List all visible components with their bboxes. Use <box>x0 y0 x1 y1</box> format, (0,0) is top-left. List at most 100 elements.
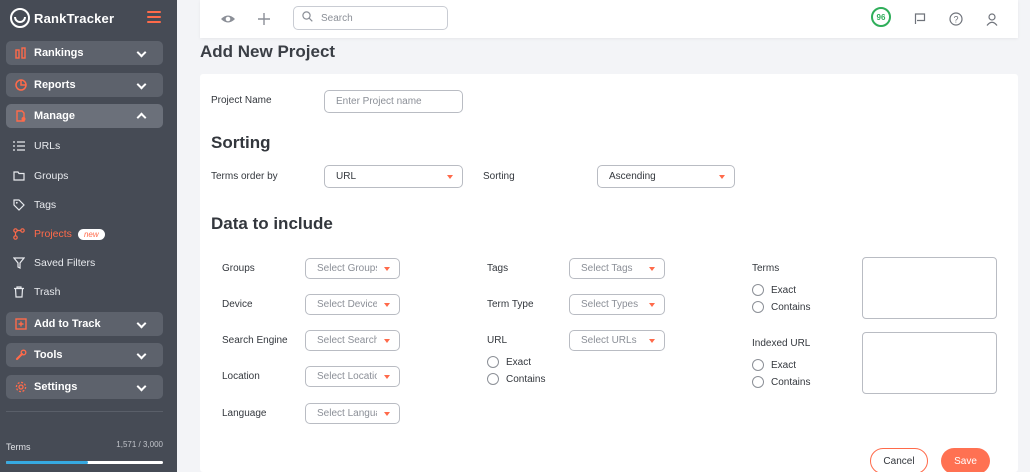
url-exact-label: Exact <box>506 356 532 368</box>
radio-button[interactable] <box>752 359 764 371</box>
nav-tools-label: Tools <box>34 349 63 361</box>
folder-icon <box>12 170 25 183</box>
search-box[interactable] <box>293 6 448 30</box>
sorting-select[interactable]: Ascending <box>597 165 735 188</box>
caret-down-icon <box>649 267 655 271</box>
caret-down-icon <box>384 339 390 343</box>
groups-select[interactable]: Select Groups <box>305 258 400 279</box>
svg-text:?: ? <box>953 15 958 25</box>
sidebar-item-groups[interactable]: Groups <box>12 167 162 185</box>
url-contains-option[interactable]: Contains <box>487 373 545 385</box>
indexed-contains-label: Contains <box>771 376 811 388</box>
nav-tools[interactable]: Tools <box>6 343 163 367</box>
chevron-down-icon <box>136 381 147 392</box>
device-select-text: Select Devices <box>317 299 377 310</box>
project-name-label: Project Name <box>211 95 272 106</box>
list-icon <box>12 140 25 153</box>
sidebar-item-projects[interactable]: Projects new <box>12 225 162 243</box>
search-engine-select-text: Select Search E <box>317 335 377 346</box>
sidebar-item-label: Tags <box>34 199 57 211</box>
sidebar-item-label: Trash <box>34 286 61 298</box>
indexed-exact-label: Exact <box>771 359 797 371</box>
caret-down-icon <box>719 175 725 179</box>
chevron-down-icon <box>136 79 147 90</box>
hamburger-menu-icon[interactable] <box>147 11 161 23</box>
url-exact-option[interactable]: Exact <box>487 356 531 368</box>
indexed-contains-option[interactable]: Contains <box>752 376 810 388</box>
location-select-text: Select Location <box>317 371 377 382</box>
help-icon[interactable]: ? <box>947 10 965 28</box>
groups-label: Groups <box>222 263 255 274</box>
sidebar-item-label: Groups <box>34 170 69 182</box>
terms-contains-option[interactable]: Contains <box>752 301 810 313</box>
term-type-select[interactable]: Select Types <box>569 294 665 315</box>
pie-chart-icon <box>14 79 27 92</box>
nav-manage-label: Manage <box>34 110 75 122</box>
logo[interactable]: RankTracker <box>10 8 114 28</box>
terms-usage-label: Terms <box>6 442 31 452</box>
bar-chart-icon <box>14 47 27 60</box>
score-badge[interactable]: 96 <box>871 7 891 27</box>
caret-down-icon <box>384 267 390 271</box>
plus-icon[interactable] <box>255 10 273 28</box>
caret-down-icon <box>384 375 390 379</box>
eye-icon[interactable] <box>219 10 237 28</box>
nav-settings[interactable]: Settings <box>6 375 163 399</box>
save-button[interactable]: Save <box>941 448 990 472</box>
nav-reports-label: Reports <box>34 79 76 91</box>
sidebar-item-urls[interactable]: URLs <box>12 137 162 155</box>
terms-order-select[interactable]: URL <box>324 165 463 188</box>
radio-button[interactable] <box>487 356 499 368</box>
sidebar-item-saved-filters[interactable]: Saved Filters <box>12 254 162 272</box>
tag-icon <box>12 199 25 212</box>
user-icon[interactable] <box>983 10 1001 28</box>
sorting-value: Ascending <box>609 171 656 182</box>
radio-button[interactable] <box>752 376 764 388</box>
search-engine-select[interactable]: Select Search E <box>305 330 400 351</box>
terms-exact-option[interactable]: Exact <box>752 284 796 296</box>
add-project-form: Project Name Sorting Terms order by URL … <box>200 74 1018 472</box>
flag-icon[interactable] <box>911 10 929 28</box>
tags-label: Tags <box>487 263 509 274</box>
device-select[interactable]: Select Devices <box>305 294 400 315</box>
radio-button[interactable] <box>752 284 764 296</box>
chevron-up-icon <box>136 112 147 123</box>
sidebar-item-label: Saved Filters <box>34 257 96 269</box>
terms-exact-label: Exact <box>771 284 797 296</box>
project-name-input[interactable] <box>324 90 463 113</box>
terms-usage-fill <box>6 461 88 464</box>
tags-select[interactable]: Select Tags <box>569 258 665 279</box>
cancel-button[interactable]: Cancel <box>870 448 928 472</box>
location-label: Location <box>222 371 260 382</box>
search-icon <box>302 9 313 27</box>
sidebar: RankTracker Rankings Reports Manage URLs… <box>0 0 177 472</box>
chevron-down-icon <box>136 318 147 329</box>
location-select[interactable]: Select Location <box>305 366 400 387</box>
url-contains-label: Contains <box>506 373 546 385</box>
sidebar-divider <box>6 411 163 412</box>
indexed-url-textarea[interactable] <box>862 332 997 394</box>
sorting-section-title: Sorting <box>211 133 271 152</box>
groups-select-text: Select Groups <box>317 263 377 274</box>
indexed-url-label: Indexed URL <box>752 338 811 349</box>
url-select[interactable]: Select URLs <box>569 330 665 351</box>
nav-add-to-track[interactable]: Add to Track <box>6 312 163 336</box>
gear-icon <box>14 381 27 394</box>
trash-icon <box>12 286 25 299</box>
nav-rankings[interactable]: Rankings <box>6 41 163 65</box>
search-input[interactable] <box>321 12 431 24</box>
sidebar-item-tags[interactable]: Tags <box>12 196 162 214</box>
terms-usage-bar <box>6 461 163 464</box>
terms-textarea[interactable] <box>862 257 997 319</box>
indexed-exact-option[interactable]: Exact <box>752 359 796 371</box>
language-select[interactable]: Select Languag <box>305 403 400 424</box>
wrench-icon <box>14 349 27 362</box>
url-select-text: Select URLs <box>581 335 637 346</box>
nav-reports[interactable]: Reports <box>6 73 163 97</box>
nav-rankings-label: Rankings <box>34 47 84 59</box>
filter-icon <box>12 257 25 270</box>
nav-manage[interactable]: Manage <box>6 104 163 128</box>
sidebar-item-trash[interactable]: Trash <box>12 283 162 301</box>
radio-button[interactable] <box>752 301 764 313</box>
radio-button[interactable] <box>487 373 499 385</box>
